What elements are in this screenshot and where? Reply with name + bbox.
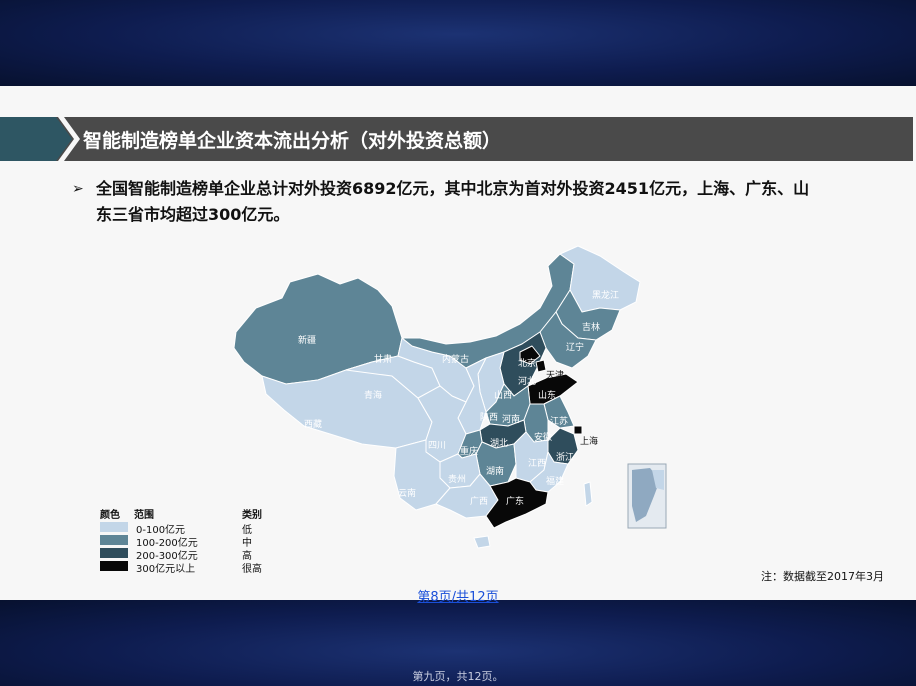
label-sichuan: 四川 (428, 441, 446, 451)
label-xinjiang: 新疆 (298, 334, 316, 346)
label-tianjin: 天津 (546, 370, 564, 381)
label-guizhou: 贵州 (448, 473, 466, 485)
label-xizang: 西藏 (304, 418, 322, 430)
label-jiangsu: 江苏 (550, 415, 568, 427)
legend-level: 很高 (242, 564, 262, 575)
label-guangdong: 广东 (506, 495, 524, 507)
legend-swatch (100, 561, 128, 571)
data-note: 注：数据截至2017年3月 (761, 570, 884, 583)
label-shanxi: 山西 (494, 390, 512, 401)
label-yunnan: 云南 (398, 487, 416, 499)
label-guangxi: 广西 (470, 495, 488, 507)
label-shaanxi: 陕西 (480, 411, 498, 423)
label-henan: 河南 (502, 413, 520, 425)
legend-swatch (100, 548, 128, 558)
label-hunan: 湖南 (486, 465, 504, 477)
page-number-link[interactable]: 第8页/共12页 (0, 586, 916, 605)
label-hebei: 河北 (518, 375, 536, 387)
label-beijing: 北京 (518, 357, 536, 369)
footer-caption: 第九页，共12页。 (412, 670, 504, 683)
label-anhui: 安徽 (534, 431, 552, 443)
label-heilongjiang: 黑龙江 (592, 289, 619, 301)
label-chongqing: 重庆 (460, 445, 478, 457)
label-fujian: 福建 (546, 475, 564, 487)
slide-canvas: 智能制造榜单企业资本流出分析（对外投资总额） ➢ 全国智能制造榜单企业总计对外投… (0, 86, 916, 600)
legend-header-level: 类别 (242, 510, 262, 521)
legend-header-color: 颜色 (100, 510, 120, 521)
label-neimenggu: 内蒙古 (442, 353, 469, 365)
label-liaoning: 辽宁 (566, 341, 584, 353)
label-shanghai: 上海 (580, 435, 598, 447)
label-gansu: 甘肃 (374, 353, 392, 365)
top-decor-band (0, 0, 916, 86)
legend-header-range: 范围 (134, 510, 154, 521)
label-hubei: 湖北 (490, 438, 508, 449)
legend-swatch (100, 535, 128, 545)
label-qinghai: 青海 (364, 389, 382, 401)
label-shandong: 山东 (538, 389, 556, 401)
label-jiangxi: 江西 (528, 458, 546, 469)
legend-range: 300亿元以上 (136, 564, 196, 575)
legend-swatch (100, 522, 128, 532)
label-zhejiang: 浙江 (556, 451, 574, 463)
label-jilin: 吉林 (582, 321, 600, 333)
